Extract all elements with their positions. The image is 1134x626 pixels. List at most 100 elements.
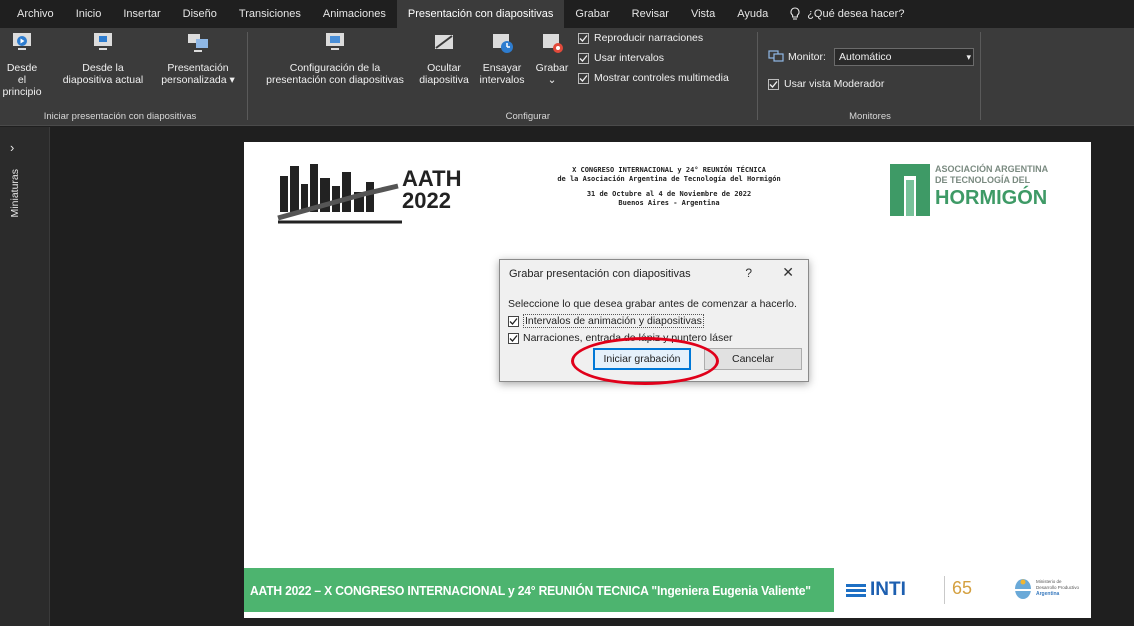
tell-me-label: ¿Qué desea hacer? (807, 8, 905, 20)
tab-archivo[interactable]: Archivo (6, 0, 65, 28)
setup-show-icon (326, 33, 344, 50)
hide-slide-line1: Ocultar (427, 62, 461, 74)
close-icon[interactable]: ✕ (782, 264, 794, 281)
cancel-button[interactable]: Cancelar (704, 348, 802, 370)
ministerio-line1: Ministerio de (1036, 579, 1062, 584)
record-button[interactable]: Grabar ⌄ (531, 30, 573, 86)
monitor-icon (768, 50, 784, 62)
group-setup: Configuración de la presentación con dia… (250, 28, 755, 126)
custom-show-icon (188, 34, 208, 52)
group-label-setup: Configurar (505, 111, 550, 122)
record-dropdown-icon[interactable]: ⌄ (531, 74, 573, 86)
setup-show-button[interactable]: Configuración de la presentación con dia… (260, 30, 410, 86)
tab-insertar[interactable]: Insertar (112, 0, 171, 28)
ribbon-tabs: Archivo Inicio Insertar Diseño Transicio… (0, 0, 1134, 28)
association-logo: ASOCIACIÓN ARGENTINA DE TECNOLOGÍA DEL H… (890, 162, 1085, 218)
presenter-view-checkbox[interactable]: Usar vista Moderador (768, 78, 884, 90)
rehearse-timings-icon (493, 34, 513, 53)
inti-text: INTI (870, 579, 906, 600)
tab-revisar[interactable]: Revisar (621, 0, 680, 28)
group-monitors: Monitor: Automático ▾ Usar vista Moderad… (760, 28, 980, 126)
record-slideshow-dialog: Grabar presentación con diapositivas ? ✕… (499, 259, 809, 382)
chevron-down-icon[interactable]: ▾ (966, 49, 971, 65)
thumbnails-pane: › Miniaturas (0, 127, 50, 626)
use-timings-label: Usar intervalos (594, 52, 665, 64)
narrations-option-check[interactable] (508, 332, 519, 344)
use-timings-check[interactable] (578, 52, 589, 64)
checkmark-icon (579, 74, 588, 82)
checkmark-icon (579, 34, 588, 42)
expand-thumbnails-icon[interactable]: › (10, 140, 14, 155)
record-line1: Grabar (535, 62, 569, 74)
checkmark-icon (509, 334, 518, 342)
tell-me-search[interactable]: ¿Qué desea hacer? (779, 7, 904, 21)
dialog-title: Grabar presentación con diapositivas (509, 268, 691, 280)
from-current-button[interactable]: Desde la diapositiva actual (58, 30, 148, 86)
ribbon: Desde el principio Desde la diapositiva … (0, 28, 1134, 126)
inti-logo: INTI (846, 574, 946, 606)
assoc-line1: ASOCIACIÓN ARGENTINA (935, 164, 1049, 174)
dialog-instruction: Seleccione lo que desea grabar antes de … (508, 298, 797, 310)
aath-logo: AATH 2022 (274, 156, 464, 226)
narrations-option-checkbox[interactable]: Narraciones, entrada de lápiz y puntero … (508, 332, 733, 344)
header-line-2: de la Asociación Argentina de Tecnología… (557, 175, 781, 183)
footer-band: AATH 2022 – X CONGRESO INTERNACIONAL y 2… (244, 568, 834, 612)
from-current-line1: Desde la (82, 62, 124, 74)
presenter-view-check[interactable] (768, 78, 779, 90)
tab-inicio[interactable]: Inicio (65, 0, 113, 28)
footer-text: AATH 2022 – X CONGRESO INTERNACIONAL y 2… (250, 582, 811, 598)
from-beginning-line2: principio (2, 86, 42, 98)
show-media-controls-checkbox[interactable]: Mostrar controles multimedia (578, 72, 729, 84)
ministerio-line3: Argentina (1036, 591, 1060, 597)
from-current-line2: diapositiva actual (62, 74, 144, 86)
group-label-start: Iniciar presentación con diapositivas (43, 111, 197, 122)
rehearse-timings-line2: intervalos (479, 74, 525, 86)
city-skyline-logo (277, 164, 402, 224)
tab-diseno[interactable]: Diseño (172, 0, 228, 28)
tab-animaciones[interactable]: Animaciones (312, 0, 397, 28)
custom-show-button[interactable]: Presentación personalizada ▾ (158, 30, 238, 86)
header-line-4: Buenos Aires - Argentina (618, 199, 720, 207)
inti-anniversary: 65 (952, 578, 973, 598)
custom-show-dropdown-icon[interactable]: ▾ (230, 74, 235, 86)
start-recording-button[interactable]: Iniciar grabación (593, 348, 691, 370)
thumbnails-label[interactable]: Miniaturas (9, 169, 21, 217)
ribbon-separator (757, 32, 758, 120)
checkmark-icon (509, 317, 518, 325)
hide-slide-line2: diapositiva (419, 74, 469, 86)
timings-option-check[interactable] (508, 315, 519, 327)
congress-header: X CONGRESO INTERNACIONAL y 24° REUNIÓN T… (524, 166, 814, 208)
record-icon (543, 34, 563, 53)
tab-grabar[interactable]: Grabar (564, 0, 620, 28)
play-narrations-checkbox[interactable]: Reproducir narraciones (578, 32, 703, 44)
custom-show-line1: Presentación (167, 62, 229, 74)
assoc-line3: HORMIGÓN (935, 187, 1048, 209)
hide-slide-button[interactable]: Ocultar diapositiva (414, 30, 474, 86)
header-line-3: 31 de Octubre al 4 de Noviembre de 2022 (586, 190, 752, 198)
monitor-select[interactable]: Automático ▾ (834, 48, 974, 66)
checkmark-icon (769, 80, 778, 88)
tab-ayuda[interactable]: Ayuda (726, 0, 779, 28)
from-beginning-line1: Desde el (6, 62, 38, 86)
help-icon[interactable]: ? (745, 266, 752, 280)
use-timings-checkbox[interactable]: Usar intervalos (578, 52, 664, 64)
play-narrations-check[interactable] (578, 32, 589, 44)
show-media-controls-check[interactable] (578, 72, 589, 84)
setup-show-line2: presentación con diapositivas (266, 74, 404, 86)
association-emblem (890, 164, 930, 216)
from-beginning-button[interactable]: Desde el principio (2, 30, 42, 98)
header-line-1: X CONGRESO INTERNACIONAL y 24° REUNIÓN T… (572, 166, 766, 174)
timings-option-checkbox[interactable]: Intervalos de animación y diapositivas (508, 314, 704, 328)
assoc-line2: DE TECNOLOGÍA DEL (935, 175, 1031, 185)
divider (944, 576, 945, 604)
narrations-option-label: Narraciones, entrada de lápiz y puntero … (523, 332, 733, 344)
tab-vista[interactable]: Vista (680, 0, 726, 28)
tab-transiciones[interactable]: Transiciones (228, 0, 312, 28)
rehearse-timings-line1: Ensayar (482, 62, 522, 74)
inti-lines-icon (846, 584, 866, 597)
rehearse-timings-button[interactable]: Ensayar intervalos (478, 30, 526, 86)
timings-option-label: Intervalos de animación y diapositivas (523, 314, 704, 328)
tab-presentacion[interactable]: Presentación con diapositivas (396, 0, 565, 28)
group-start-slideshow: Desde el principio Desde la diapositiva … (0, 28, 240, 126)
aath-logo-year: 2022 (402, 188, 451, 213)
